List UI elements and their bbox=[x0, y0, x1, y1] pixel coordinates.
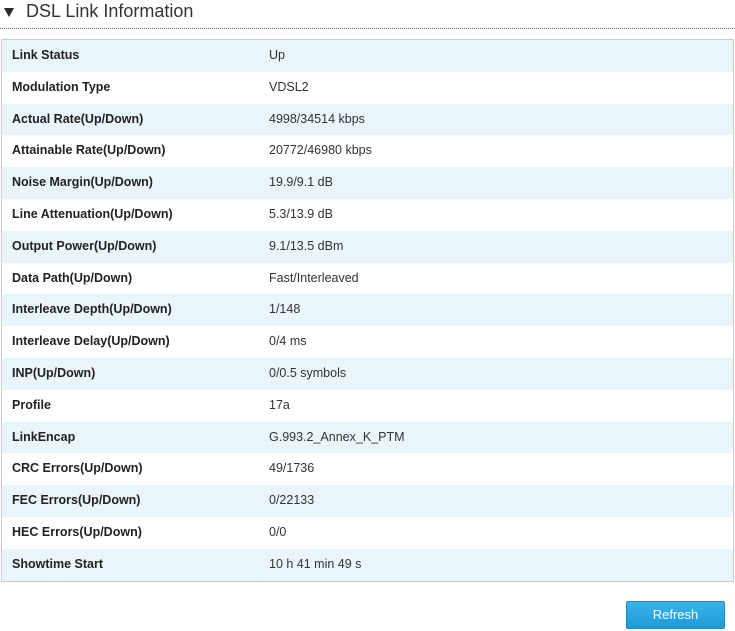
row-value: 1/148 bbox=[269, 302, 301, 317]
table-row: Interleave Delay(Up/Down) 0/4 ms bbox=[2, 326, 733, 358]
row-value: 4998/34514 kbps bbox=[269, 111, 365, 126]
row-label: Line Attenuation(Up/Down) bbox=[12, 206, 173, 221]
table-row: Link Status Up bbox=[2, 40, 733, 72]
table-row: INP(Up/Down) 0/0.5 symbols bbox=[2, 357, 733, 390]
table-row: Actual Rate(Up/Down) 4998/34514 kbps bbox=[2, 103, 733, 136]
row-label: HEC Errors(Up/Down) bbox=[12, 524, 142, 539]
row-value: 49/1736 bbox=[269, 461, 315, 476]
section-title: DSL Link Information bbox=[26, 1, 194, 21]
table-row: Interleave Depth(Up/Down) 1/148 bbox=[2, 294, 733, 327]
row-label: Output Power(Up/Down) bbox=[12, 238, 157, 253]
dsl-info-table: Link Status Up Modulation Type VDSL2 Act… bbox=[1, 39, 734, 582]
table-row: FEC Errors(Up/Down) 0/22133 bbox=[2, 485, 733, 517]
table-row: Noise Margin(Up/Down) 19.9/9.1 dB bbox=[2, 167, 733, 199]
row-label: Modulation Type bbox=[12, 79, 111, 94]
row-value: 0/4 ms bbox=[269, 334, 307, 349]
row-label: INP(Up/Down) bbox=[12, 365, 96, 380]
row-value: 5.3/13.9 dB bbox=[269, 206, 333, 221]
table-row: LinkEncap G.993.2_Annex_K_PTM bbox=[2, 421, 733, 454]
row-value: Fast/Interleaved bbox=[269, 270, 359, 285]
table-row: Line Attenuation(Up/Down) 5.3/13.9 dB bbox=[2, 198, 733, 231]
row-label: Showtime Start bbox=[12, 556, 103, 571]
row-label: FEC Errors(Up/Down) bbox=[12, 493, 141, 508]
row-label: CRC Errors(Up/Down) bbox=[12, 461, 143, 476]
row-label: Actual Rate(Up/Down) bbox=[12, 111, 144, 126]
row-value: 9.1/13.5 dBm bbox=[269, 238, 344, 253]
table-row: CRC Errors(Up/Down) 49/1736 bbox=[2, 453, 733, 486]
table-row: Output Power(Up/Down) 9.1/13.5 dBm bbox=[2, 230, 733, 263]
table-row: Attainable Rate(Up/Down) 20772/46980 kbp… bbox=[2, 135, 733, 168]
row-value: G.993.2_Annex_K_PTM bbox=[269, 429, 405, 444]
row-label: LinkEncap bbox=[12, 429, 76, 444]
row-label: Profile bbox=[12, 397, 51, 412]
table-row: Data Path(Up/Down) Fast/Interleaved bbox=[2, 262, 733, 295]
row-label: Interleave Delay(Up/Down) bbox=[12, 334, 170, 349]
caret-down-icon[interactable] bbox=[4, 8, 14, 17]
refresh-button[interactable]: Refresh bbox=[626, 601, 725, 629]
row-value: 10 h 41 min 49 s bbox=[269, 556, 362, 571]
row-value: 0/0 bbox=[269, 524, 287, 539]
row-label: Data Path(Up/Down) bbox=[12, 270, 133, 285]
table-row: Showtime Start 10 h 41 min 49 s bbox=[2, 548, 733, 581]
row-value: 20772/46980 kbps bbox=[269, 143, 372, 158]
section-header[interactable]: DSL Link Information bbox=[0, 0, 733, 29]
row-label: Interleave Depth(Up/Down) bbox=[12, 302, 172, 317]
row-value: 0/22133 bbox=[269, 493, 315, 508]
row-value: 17a bbox=[269, 397, 290, 412]
row-value: 19.9/9.1 dB bbox=[269, 175, 333, 190]
table-row: Modulation Type VDSL2 bbox=[2, 71, 733, 104]
row-value: VDSL2 bbox=[269, 79, 309, 94]
row-label: Link Status bbox=[12, 48, 80, 62]
row-label: Noise Margin(Up/Down) bbox=[12, 175, 153, 190]
table-row: HEC Errors(Up/Down) 0/0 bbox=[2, 516, 733, 549]
row-label: Attainable Rate(Up/Down) bbox=[12, 143, 166, 158]
row-value: 0/0.5 symbols bbox=[269, 365, 347, 380]
table-row: Profile 17a bbox=[2, 389, 733, 422]
row-value: Up bbox=[269, 48, 285, 62]
